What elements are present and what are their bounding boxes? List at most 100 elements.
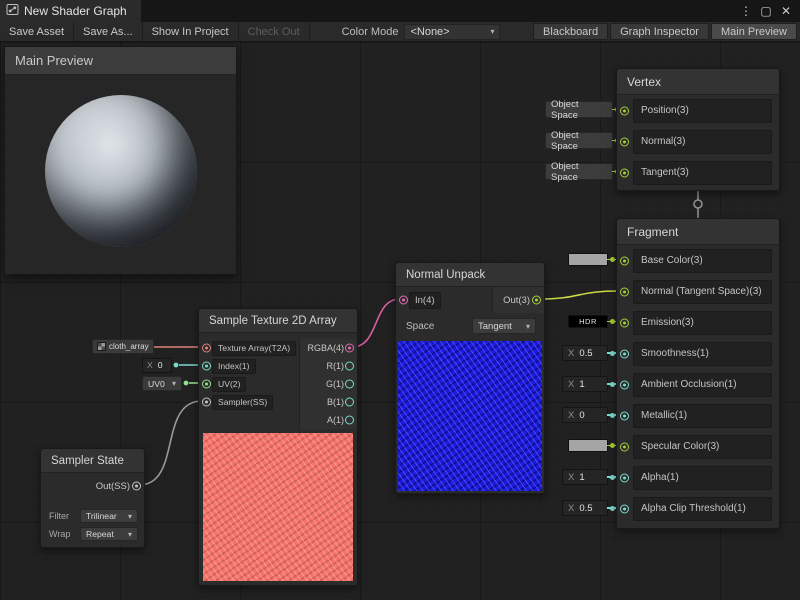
emission-hdr-swatch[interactable]: HDR: [568, 315, 608, 328]
port-ambient-occlusion-input[interactable]: [620, 380, 629, 389]
save-asset-button[interactable]: Save Asset: [0, 22, 74, 41]
main-preview-header[interactable]: Main Preview: [5, 47, 236, 75]
metallic-field[interactable]: X 0: [562, 407, 608, 423]
sample-row-texture-array: Texture Array(T2A): [199, 339, 299, 357]
sampler-state-title: Sampler State: [51, 455, 124, 467]
port-a-output[interactable]: [345, 416, 354, 425]
port-g-output[interactable]: [345, 380, 354, 389]
edge-out-to-normal[interactable]: [538, 291, 619, 299]
index-field[interactable]: X 0: [142, 358, 172, 373]
out-ss-label: Out(SS): [96, 481, 130, 492]
maximize-icon[interactable]: ▢: [758, 4, 774, 18]
save-as-button[interactable]: Save As...: [74, 22, 143, 41]
vertex-normal-label: Normal(3): [633, 130, 772, 154]
base-color-label: Base Color(3): [633, 249, 772, 273]
vertex-fragment-link-dot[interactable]: [694, 200, 702, 208]
window-controls: ⋮ ▢ ✕: [738, 0, 800, 22]
wrap-dropdown[interactable]: Repeat ▾: [80, 527, 138, 541]
fragment-node-title: Fragment: [627, 225, 678, 239]
document-tab[interactable]: New Shader Graph: [0, 0, 141, 22]
port-metallic-input[interactable]: [620, 411, 629, 420]
smoothness-field[interactable]: X 0.5: [562, 345, 608, 361]
space-label: Space: [406, 321, 434, 332]
sampler-state-header[interactable]: Sampler State: [41, 449, 144, 473]
rgba-label: RGBA(4): [307, 343, 344, 353]
space-value: Tangent: [478, 321, 512, 332]
alpha-field[interactable]: X 1: [562, 469, 608, 485]
port-smoothness-input[interactable]: [620, 349, 629, 358]
metallic-label: Metallic(1): [633, 404, 772, 428]
normal-map-preview: [398, 341, 542, 491]
tangent-space-dropdown[interactable]: Object Space: [545, 163, 613, 180]
check-out-button: Check Out: [239, 22, 310, 41]
port-sampler-input[interactable]: [202, 398, 211, 407]
port-normal-tangent-space-input[interactable]: [620, 287, 629, 296]
index-label: Index(1): [212, 359, 256, 374]
edge-samplerstate-to-sampler[interactable]: [139, 401, 202, 485]
ambient-occlusion-field[interactable]: X 1: [562, 376, 608, 392]
chevron-down-icon: ▾: [172, 379, 176, 388]
x-axis-label: X: [568, 503, 574, 514]
space-dropdown[interactable]: Tangent ▾: [472, 318, 536, 334]
texture-array-object-field[interactable]: cloth_array: [92, 339, 154, 354]
edge-rgba-to-in[interactable]: [352, 299, 400, 347]
port-base-color-input[interactable]: [620, 256, 629, 265]
base-color-swatch[interactable]: [568, 253, 608, 266]
port-out-output[interactable]: [532, 296, 541, 305]
normal-unpack-node[interactable]: Normal Unpack In(4) Out(3) Space Tangent…: [395, 262, 545, 494]
sample-node-header[interactable]: Sample Texture 2D Array: [199, 309, 357, 333]
port-texture-array-input[interactable]: [202, 344, 211, 353]
fragment-node[interactable]: Fragment Base Color(3) Normal (Tangent S…: [616, 218, 780, 529]
port-alpha-input[interactable]: [620, 473, 629, 482]
port-r-output[interactable]: [345, 362, 354, 371]
specular-color-swatch[interactable]: [568, 439, 608, 452]
uv-connector-dot: [184, 381, 189, 386]
vertex-node-title: Vertex: [627, 75, 661, 89]
blackboard-toggle-button[interactable]: Blackboard: [533, 23, 608, 40]
port-emission-input[interactable]: [620, 318, 629, 327]
port-specular-color-input[interactable]: [620, 442, 629, 451]
sample-row-uv: UV(2): [199, 375, 299, 393]
port-in-input[interactable]: [399, 296, 408, 305]
fragment-node-header[interactable]: Fragment: [617, 219, 779, 245]
normal-space-dropdown[interactable]: Object Space: [545, 132, 613, 149]
normal-unpack-header[interactable]: Normal Unpack: [396, 263, 544, 287]
filter-dropdown[interactable]: Trilinear ▾: [80, 509, 138, 523]
port-b-output[interactable]: [345, 398, 354, 407]
sample-texture-2d-array-node[interactable]: Sample Texture 2D Array Texture Array(T2…: [198, 308, 358, 586]
close-icon[interactable]: ✕: [778, 4, 794, 18]
chevron-down-icon: ▾: [490, 27, 494, 36]
title-bar: New Shader Graph ⋮ ▢ ✕: [0, 0, 800, 22]
normal-tangent-space-label: Normal (Tangent Space)(3): [633, 280, 772, 304]
port-uv-input[interactable]: [202, 380, 211, 389]
normal-unpack-io-row: In(4) Out(3): [396, 287, 544, 313]
show-in-project-button[interactable]: Show In Project: [143, 22, 239, 41]
sample-row-g: G(1): [300, 375, 357, 393]
vertex-node-header[interactable]: Vertex: [617, 69, 779, 95]
sampler-state-node[interactable]: Sampler State Out(SS) Filter Trilinear ▾…: [40, 448, 145, 548]
normal-unpack-out-cell: Out(3): [492, 287, 544, 313]
port-out-ss-output[interactable]: [132, 482, 141, 491]
port-tangent-input[interactable]: [620, 168, 629, 177]
graph-inspector-toggle-button[interactable]: Graph Inspector: [610, 23, 709, 40]
filter-label: Filter: [49, 511, 69, 521]
main-preview-toggle-button[interactable]: Main Preview: [711, 23, 797, 40]
kebab-menu-icon[interactable]: ⋮: [738, 4, 754, 18]
graph-canvas[interactable]: Main Preview Vertex Position(3) Normal(3…: [0, 42, 800, 600]
color-mode-dropdown[interactable]: <None> ▾: [404, 24, 500, 40]
position-space-dropdown[interactable]: Object Space: [545, 101, 613, 118]
hdr-badge: HDR: [579, 317, 597, 326]
smoothness-value: 0.5: [579, 348, 592, 359]
vertex-node[interactable]: Vertex Position(3) Normal(3) Tangent(3): [616, 68, 780, 191]
alpha-clip-threshold-field[interactable]: X 0.5: [562, 500, 608, 516]
document-title: New Shader Graph: [24, 4, 127, 18]
port-alpha-clip-threshold-input[interactable]: [620, 504, 629, 513]
color-mode-value: <None>: [410, 26, 449, 38]
port-index-input[interactable]: [202, 362, 211, 371]
port-normal-input[interactable]: [620, 137, 629, 146]
port-rgba-output[interactable]: [345, 344, 354, 353]
port-position-input[interactable]: [620, 106, 629, 115]
uv-channel-dropdown[interactable]: UV0 ▾: [142, 376, 182, 391]
vertex-row-position: Position(3): [617, 95, 779, 126]
main-preview-title: Main Preview: [15, 53, 93, 68]
